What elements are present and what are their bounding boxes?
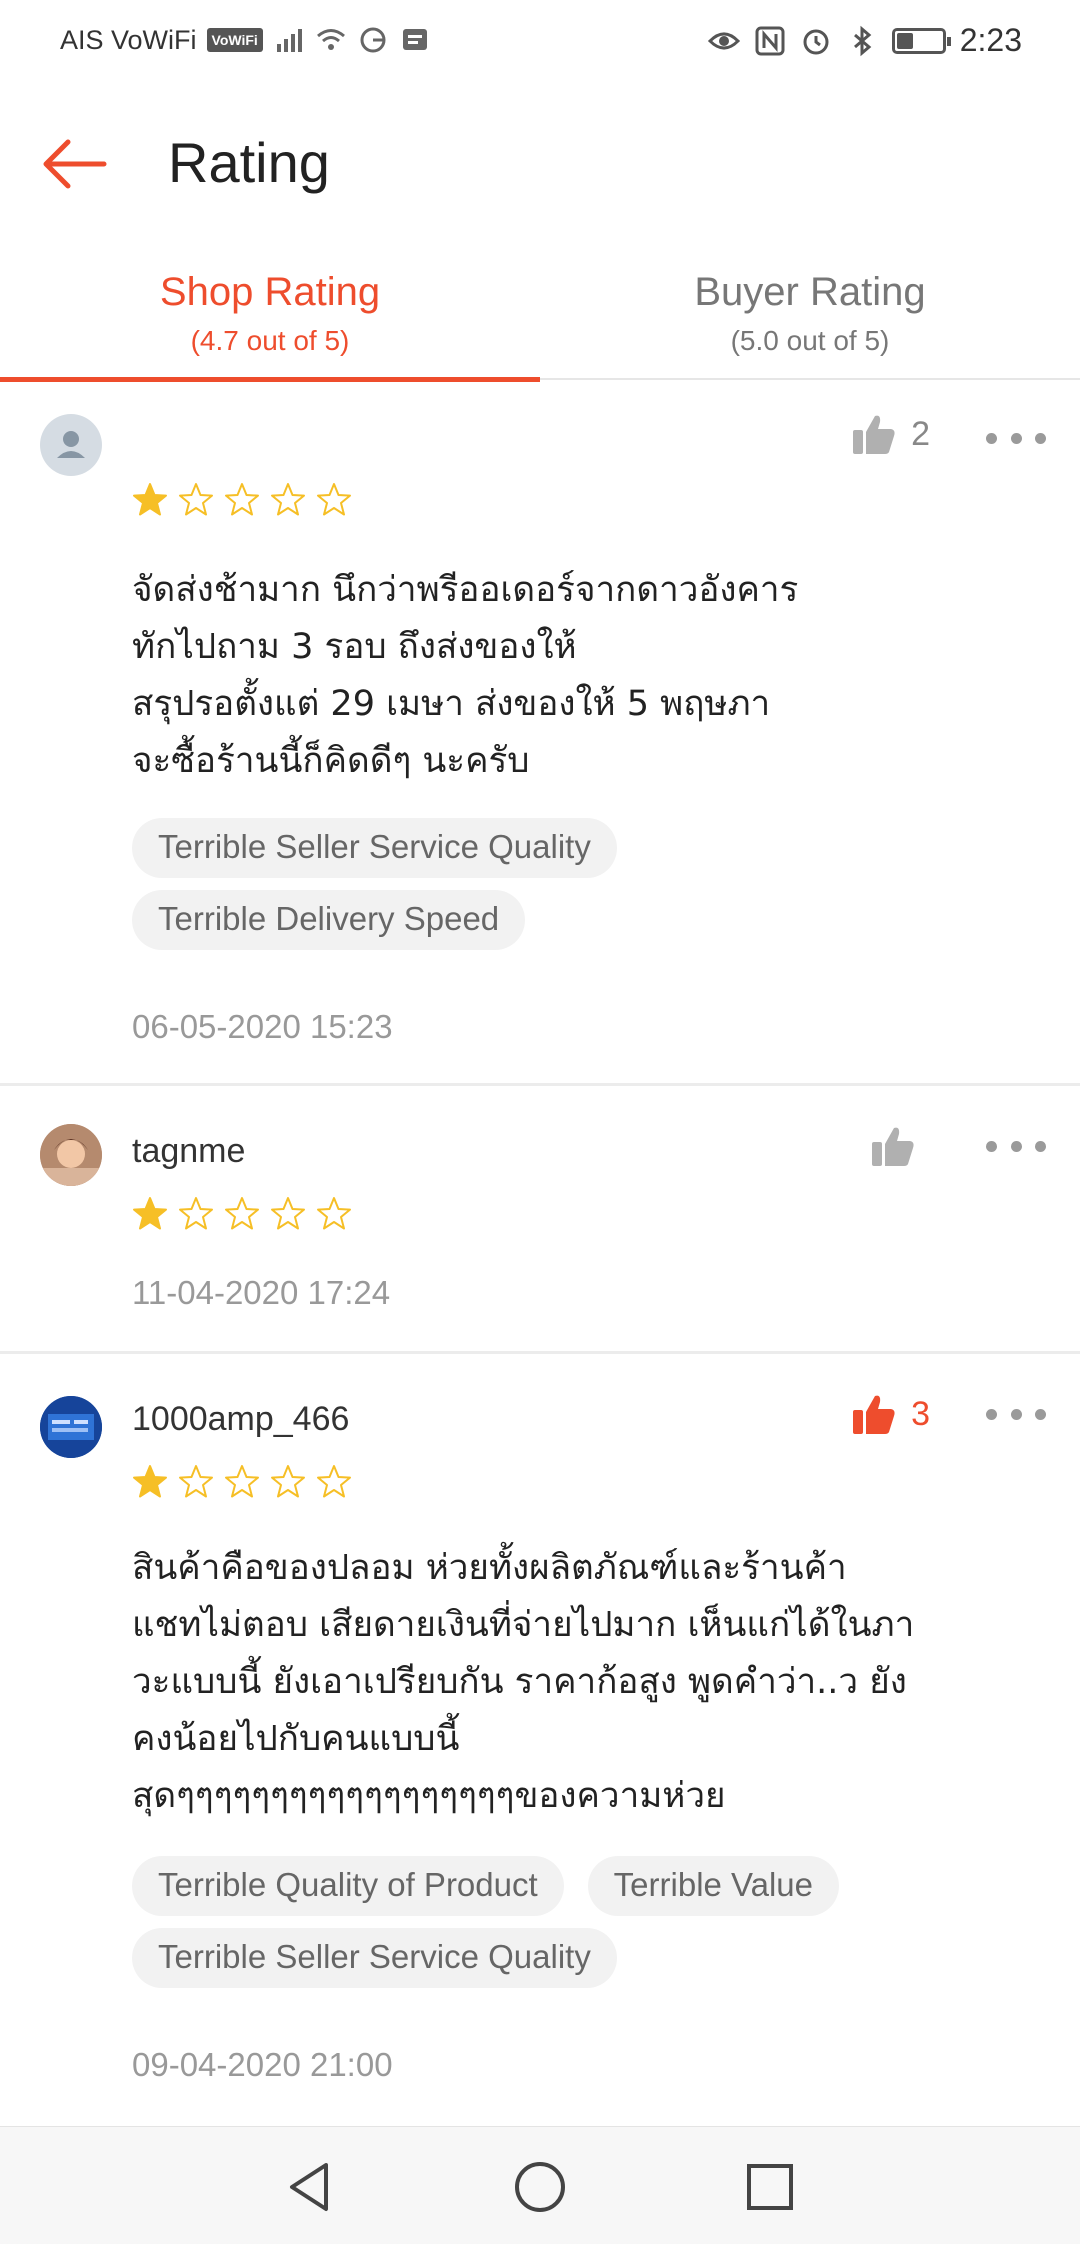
thumbs-up-icon	[872, 1127, 914, 1166]
comment-line: จะซื้อร้านนี้ก็คิดดีๆ นะครับ	[132, 741, 530, 781]
comment-line: จัดส่งช้ามาก นึกว่าพรีออเดอร์จากดาวอังคา…	[132, 570, 799, 610]
star-rating	[132, 1464, 352, 1500]
system-nav-bar	[0, 2126, 1080, 2244]
star-empty-icon	[317, 1465, 351, 1498]
star-empty-icon	[225, 1197, 259, 1230]
tab-label: Shop Rating	[159, 270, 381, 314]
star-filled-icon	[133, 483, 167, 516]
comment-line: แชทไม่ตอบ เสียดายเงินที่จ่ายไปมาก เห็นแก…	[132, 1605, 915, 1645]
comment-line: สินค้าคือของปลอม ห่วยทั้งผลิตภัณฑ์และร้า…	[132, 1548, 847, 1588]
page-title: Rating	[168, 131, 330, 194]
clock-time: 2:23	[959, 22, 1022, 58]
review-username[interactable]: 1000amp_466	[132, 1400, 349, 1439]
review-tag: Terrible Delivery Speed	[132, 890, 526, 950]
review-item: 2 จัดส่งช้ามาก นึกว่าพรีออเดอร์จากดาวอัง…	[0, 382, 1080, 1086]
more-options-button[interactable]	[986, 428, 1046, 448]
avatar[interactable]	[40, 414, 102, 476]
review-comment: จัดส่งช้ามาก นึกว่าพรีออเดอร์จากดาวอังคา…	[132, 562, 1042, 790]
comment-line: วะแบบนี้ ยังเอาเปรียบกัน ราคาก้อสูง พูดค…	[132, 1662, 907, 1702]
tab-score: (5.0 out of 5)	[730, 325, 890, 356]
review-username[interactable]: tagnme	[132, 1132, 245, 1171]
comment-line: สรุปรอตั้งแต่ 29 เมษา ส่งของให้ 5 พฤษภา	[132, 684, 771, 724]
like-button[interactable]	[870, 1124, 930, 1168]
avatar[interactable]	[40, 1124, 102, 1186]
thumbs-up-icon	[853, 415, 895, 454]
message-icon	[402, 29, 427, 50]
tab-buyer-rating[interactable]: Buyer Rating (5.0 out of 5)	[540, 244, 1080, 380]
vowifi-badge: VoWiFi	[206, 28, 263, 52]
star-empty-icon	[317, 483, 351, 516]
tab-shop-rating[interactable]: Shop Rating (4.7 out of 5)	[0, 244, 540, 382]
review-tag: Terrible Quality of Product	[132, 1856, 564, 1916]
star-filled-icon	[133, 1197, 167, 1230]
star-empty-icon	[225, 1465, 259, 1498]
nfc-icon	[755, 26, 785, 55]
review-tags: Terrible Quality of Product Terrible Val…	[132, 1856, 1032, 1988]
star-empty-icon	[179, 483, 213, 516]
signal-icon	[276, 29, 302, 52]
review-tag: Terrible Seller Service Quality	[132, 1928, 617, 1988]
circle-home-icon[interactable]	[510, 2157, 570, 2217]
status-bar: AIS VoWiFi VoWiFi 2:23	[0, 0, 1080, 84]
comment-line: สุดๆๆๆๆๆๆๆๆๆๆๆๆๆๆๆๆๆๆของความห่วย	[132, 1776, 726, 1816]
comment-line: ทักไปถาม 3 รอบ ถึงส่งของให้	[132, 627, 577, 667]
review-date: 09-04-2020 21:00	[132, 2046, 393, 2083]
review-item: tagnme 11-04-2020 17:24	[0, 1088, 1080, 1354]
thumbs-up-icon	[853, 1395, 895, 1434]
star-empty-icon	[179, 1465, 213, 1498]
star-empty-icon	[179, 1197, 213, 1230]
user-photo	[40, 1396, 102, 1458]
like-count: 3	[911, 1394, 930, 1433]
battery-icon	[891, 27, 951, 54]
star-filled-icon	[133, 1465, 167, 1498]
review-item: 1000amp_466 3 สินค้าคือของปลอม ห่วยทั้งผ…	[0, 1356, 1080, 2126]
default-user-icon	[57, 431, 85, 458]
review-comment: สินค้าคือของปลอม ห่วยทั้งผลิตภัณฑ์และร้า…	[132, 1540, 1042, 1825]
review-date: 11-04-2020 17:24	[132, 1274, 391, 1311]
g-icon	[360, 27, 386, 53]
star-empty-icon	[225, 483, 259, 516]
review-tag: Terrible Seller Service Quality	[132, 818, 617, 878]
review-tags: Terrible Seller Service Quality Terrible…	[132, 818, 1032, 950]
like-button[interactable]: 2	[851, 412, 930, 456]
more-options-button[interactable]	[986, 1404, 1046, 1424]
back-arrow-icon[interactable]	[38, 134, 110, 194]
star-empty-icon	[271, 1197, 305, 1230]
bluetooth-icon	[853, 25, 872, 56]
app-header: Rating	[0, 84, 1080, 244]
star-empty-icon	[271, 1465, 305, 1498]
user-photo	[40, 1124, 102, 1186]
star-rating	[132, 1196, 352, 1232]
avatar[interactable]	[40, 1396, 102, 1458]
star-rating	[132, 482, 352, 518]
carrier-label: AIS VoWiFi	[60, 24, 197, 55]
wifi-icon	[316, 29, 345, 50]
like-button[interactable]: 3	[851, 1392, 930, 1436]
triangle-back-icon[interactable]	[280, 2157, 340, 2217]
star-empty-icon	[317, 1197, 351, 1230]
tab-score: (4.7 out of 5)	[190, 325, 350, 356]
review-tag: Terrible Value	[587, 1856, 839, 1916]
like-count: 2	[911, 414, 930, 453]
tab-label: Buyer Rating	[694, 270, 926, 314]
rating-tabs: Shop Rating (4.7 out of 5) Buyer Rating …	[0, 244, 1080, 382]
review-date: 06-05-2020 15:23	[132, 1008, 393, 1045]
comment-line: คงน้อยไปกับคนแบบนี้	[132, 1719, 460, 1759]
alarm-icon	[803, 29, 829, 54]
more-options-button[interactable]	[986, 1136, 1046, 1156]
star-empty-icon	[271, 483, 305, 516]
square-recents-icon[interactable]	[740, 2157, 800, 2217]
eye-icon	[707, 32, 740, 49]
